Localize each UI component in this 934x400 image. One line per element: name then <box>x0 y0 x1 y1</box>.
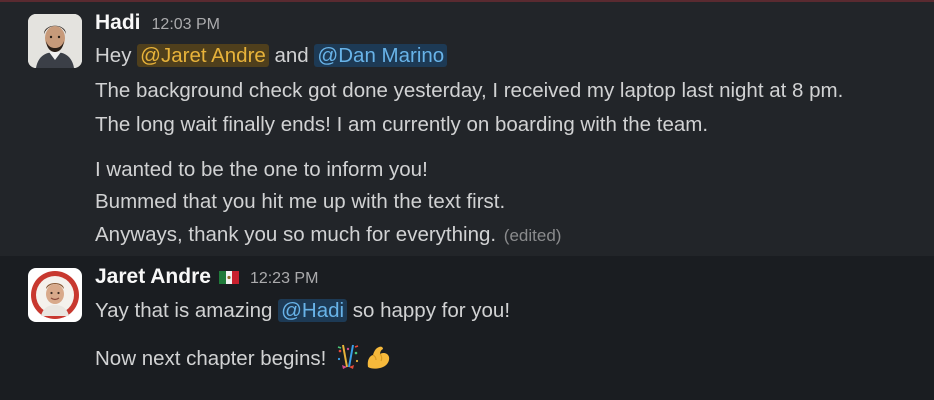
message-line: Hey @Jaret Andre and @Dan Marino <box>95 43 448 69</box>
message-text: so happy for you! <box>347 299 511 322</box>
timestamp[interactable]: 12:23 PM <box>250 270 318 288</box>
message-line: The background check got done yesterday,… <box>95 79 844 102</box>
mention-jaret-andre[interactable]: @Jaret Andre <box>137 44 269 67</box>
edited-label: (edited) <box>503 226 562 245</box>
message-hadi[interactable]: Hadi 12:03 PM Hey @Jaret Andre and @Dan … <box>0 2 934 256</box>
message-text: Yay that is amazing <box>95 299 279 322</box>
avatar[interactable] <box>28 14 82 68</box>
message-line: The long wait finally ends! I am current… <box>95 113 709 136</box>
message-header: Hadi 12:03 PM <box>95 11 220 35</box>
message-line: I wanted to be the one to inform you! <box>95 158 428 181</box>
message-line: Bummed that you hit me up with the text … <box>95 190 506 213</box>
message-jaret-andre[interactable]: Jaret Andre 12:23 PM Yay that is amazing… <box>0 256 934 400</box>
message-header: Jaret Andre 12:23 PM <box>95 265 318 289</box>
message-text: Now next chapter begins! <box>95 347 327 370</box>
avatar[interactable] <box>28 268 82 322</box>
mexico-flag-icon <box>218 271 239 284</box>
mention-hadi[interactable]: @Hadi <box>278 299 348 322</box>
message-text: and <box>268 44 315 67</box>
message-line: Now next chapter begins! <box>95 343 392 372</box>
message-text: Anyways, thank you so much for everythin… <box>95 223 497 246</box>
confetti-icon[interactable] <box>334 343 362 371</box>
flexed-biceps-icon[interactable] <box>364 343 392 371</box>
author-name[interactable]: Jaret Andre <box>95 265 211 289</box>
timestamp[interactable]: 12:03 PM <box>152 16 220 34</box>
author-name[interactable]: Hadi <box>95 11 141 35</box>
message-text: Hey <box>95 44 138 67</box>
message-line: Anyways, thank you so much for everythin… <box>95 222 561 249</box>
mention-dan-marino[interactable]: @Dan Marino <box>314 44 448 67</box>
message-line: Yay that is amazing @Hadi so happy for y… <box>95 298 510 324</box>
